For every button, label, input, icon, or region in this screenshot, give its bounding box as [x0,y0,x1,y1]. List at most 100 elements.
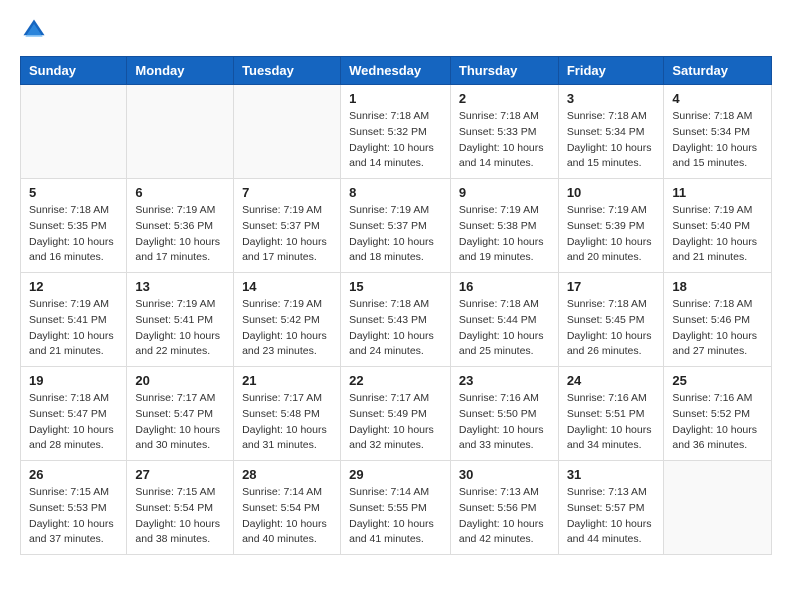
calendar-cell: 9 Sunrise: 7:19 AM Sunset: 5:38 PM Daylig… [450,179,558,273]
day-info: Sunrise: 7:17 AM Sunset: 5:48 PM Dayligh… [242,391,332,454]
day-info: Sunrise: 7:15 AM Sunset: 5:53 PM Dayligh… [29,485,118,548]
calendar-week-row: 26 Sunrise: 7:15 AM Sunset: 5:53 PM Dayli… [21,461,772,555]
day-info: Sunrise: 7:19 AM Sunset: 5:37 PM Dayligh… [349,203,442,266]
calendar-cell: 18 Sunrise: 7:18 AM Sunset: 5:46 PM Dayli… [664,273,772,367]
day-number: 22 [349,373,442,388]
page: SundayMondayTuesdayWednesdayThursdayFrid… [0,0,792,571]
calendar-cell: 25 Sunrise: 7:16 AM Sunset: 5:52 PM Dayli… [664,367,772,461]
day-info: Sunrise: 7:17 AM Sunset: 5:47 PM Dayligh… [135,391,225,454]
calendar-cell: 3 Sunrise: 7:18 AM Sunset: 5:34 PM Daylig… [558,85,664,179]
day-number: 15 [349,279,442,294]
day-info: Sunrise: 7:18 AM Sunset: 5:43 PM Dayligh… [349,297,442,360]
calendar-cell: 26 Sunrise: 7:15 AM Sunset: 5:53 PM Dayli… [21,461,127,555]
day-info: Sunrise: 7:13 AM Sunset: 5:57 PM Dayligh… [567,485,656,548]
day-info: Sunrise: 7:18 AM Sunset: 5:47 PM Dayligh… [29,391,118,454]
day-number: 13 [135,279,225,294]
day-number: 27 [135,467,225,482]
calendar-cell: 23 Sunrise: 7:16 AM Sunset: 5:50 PM Dayli… [450,367,558,461]
day-number: 3 [567,91,656,106]
day-info: Sunrise: 7:14 AM Sunset: 5:54 PM Dayligh… [242,485,332,548]
weekday-header: Tuesday [234,57,341,85]
day-info: Sunrise: 7:19 AM Sunset: 5:40 PM Dayligh… [672,203,763,266]
day-info: Sunrise: 7:18 AM Sunset: 5:34 PM Dayligh… [672,109,763,172]
calendar-cell: 17 Sunrise: 7:18 AM Sunset: 5:45 PM Dayli… [558,273,664,367]
day-number: 26 [29,467,118,482]
weekday-header: Thursday [450,57,558,85]
day-info: Sunrise: 7:13 AM Sunset: 5:56 PM Dayligh… [459,485,550,548]
calendar-cell: 14 Sunrise: 7:19 AM Sunset: 5:42 PM Dayli… [234,273,341,367]
calendar-cell [234,85,341,179]
calendar-cell: 27 Sunrise: 7:15 AM Sunset: 5:54 PM Dayli… [127,461,234,555]
calendar-cell: 1 Sunrise: 7:18 AM Sunset: 5:32 PM Daylig… [341,85,451,179]
day-number: 30 [459,467,550,482]
day-info: Sunrise: 7:17 AM Sunset: 5:49 PM Dayligh… [349,391,442,454]
day-number: 16 [459,279,550,294]
day-info: Sunrise: 7:16 AM Sunset: 5:50 PM Dayligh… [459,391,550,454]
calendar-cell: 2Sunrise: 7:18 AM Sunset: 5:33 PM Daylig… [450,85,558,179]
calendar-cell [21,85,127,179]
day-info: Sunrise: 7:18 AM Sunset: 5:46 PM Dayligh… [672,297,763,360]
logo [20,16,52,44]
day-info: Sunrise: 7:19 AM Sunset: 5:38 PM Dayligh… [459,203,550,266]
weekday-header: Sunday [21,57,127,85]
day-number: 25 [672,373,763,388]
day-number: 7 [242,185,332,200]
day-info: Sunrise: 7:18 AM Sunset: 5:33 PM Dayligh… [459,109,550,172]
day-info: Sunrise: 7:16 AM Sunset: 5:51 PM Dayligh… [567,391,656,454]
day-number: 6 [135,185,225,200]
calendar-cell: 22 Sunrise: 7:17 AM Sunset: 5:49 PM Dayli… [341,367,451,461]
weekday-header: Wednesday [341,57,451,85]
day-number: 28 [242,467,332,482]
day-number: 14 [242,279,332,294]
calendar-cell: 12Sunrise: 7:19 AM Sunset: 5:41 PM Dayli… [21,273,127,367]
calendar-cell: 24Sunrise: 7:16 AM Sunset: 5:51 PM Dayli… [558,367,664,461]
day-number: 23 [459,373,550,388]
day-number: 29 [349,467,442,482]
weekday-header-row: SundayMondayTuesdayWednesdayThursdayFrid… [21,57,772,85]
weekday-header: Friday [558,57,664,85]
calendar-week-row: 12 Sunrise: 7:19 AM Sunset: 5:41 PM Dayli… [21,273,772,367]
day-info: Sunrise: 7:16 AM Sunset: 5:52 PM Dayligh… [672,391,763,454]
day-info: Sunrise: 7:18 AM Sunset: 5:35 PM Dayligh… [29,203,118,266]
day-number: 31 [567,467,656,482]
calendar-week-row: 5 Sunrise: 7:18 AM Sunset: 5:35 PM Daylig… [21,179,772,273]
day-info: Sunrise: 7:19 AM Sunset: 5:42 PM Dayligh… [242,297,332,360]
header [20,16,772,44]
calendar-cell: 16Sunrise: 7:18 AM Sunset: 5:44 PM Dayli… [450,273,558,367]
calendar-cell: 28 Sunrise: 7:14 AM Sunset: 5:54 PM Dayli… [234,461,341,555]
day-number: 1 [349,91,442,106]
day-number: 8 [349,185,442,200]
day-number: 9 [459,185,550,200]
calendar-cell: 13 Sunrise: 7:19 AM Sunset: 5:41 PM Dayli… [127,273,234,367]
day-number: 4 [672,91,763,106]
day-number: 19 [29,373,118,388]
calendar-cell: 8 Sunrise: 7:19 AM Sunset: 5:37 PM Daylig… [341,179,451,273]
day-number: 17 [567,279,656,294]
calendar-cell: 10 Sunrise: 7:19 AM Sunset: 5:39 PM Dayli… [558,179,664,273]
day-info: Sunrise: 7:18 AM Sunset: 5:32 PM Dayligh… [349,109,442,172]
day-info: Sunrise: 7:18 AM Sunset: 5:34 PM Dayligh… [567,109,656,172]
day-number: 20 [135,373,225,388]
day-number: 11 [672,185,763,200]
calendar-cell: 30 Sunrise: 7:13 AM Sunset: 5:56 PM Dayli… [450,461,558,555]
calendar-cell: 6 Sunrise: 7:19 AM Sunset: 5:36 PM Daylig… [127,179,234,273]
calendar-cell: 5 Sunrise: 7:18 AM Sunset: 5:35 PM Daylig… [21,179,127,273]
day-info: Sunrise: 7:19 AM Sunset: 5:36 PM Dayligh… [135,203,225,266]
day-info: Sunrise: 7:19 AM Sunset: 5:39 PM Dayligh… [567,203,656,266]
day-number: 5 [29,185,118,200]
day-number: 10 [567,185,656,200]
day-info: Sunrise: 7:15 AM Sunset: 5:54 PM Dayligh… [135,485,225,548]
day-number: 12 [29,279,118,294]
calendar-cell [664,461,772,555]
day-info: Sunrise: 7:14 AM Sunset: 5:55 PM Dayligh… [349,485,442,548]
calendar-cell: 4 Sunrise: 7:18 AM Sunset: 5:34 PM Daylig… [664,85,772,179]
calendar-cell [127,85,234,179]
calendar-cell: 20 Sunrise: 7:17 AM Sunset: 5:47 PM Dayli… [127,367,234,461]
day-number: 18 [672,279,763,294]
calendar-cell: 15 Sunrise: 7:18 AM Sunset: 5:43 PM Dayli… [341,273,451,367]
calendar-table: SundayMondayTuesdayWednesdayThursdayFrid… [20,56,772,555]
calendar-cell: 21Sunrise: 7:17 AM Sunset: 5:48 PM Dayli… [234,367,341,461]
day-info: Sunrise: 7:19 AM Sunset: 5:41 PM Dayligh… [135,297,225,360]
logo-icon [20,16,48,44]
day-info: Sunrise: 7:18 AM Sunset: 5:45 PM Dayligh… [567,297,656,360]
